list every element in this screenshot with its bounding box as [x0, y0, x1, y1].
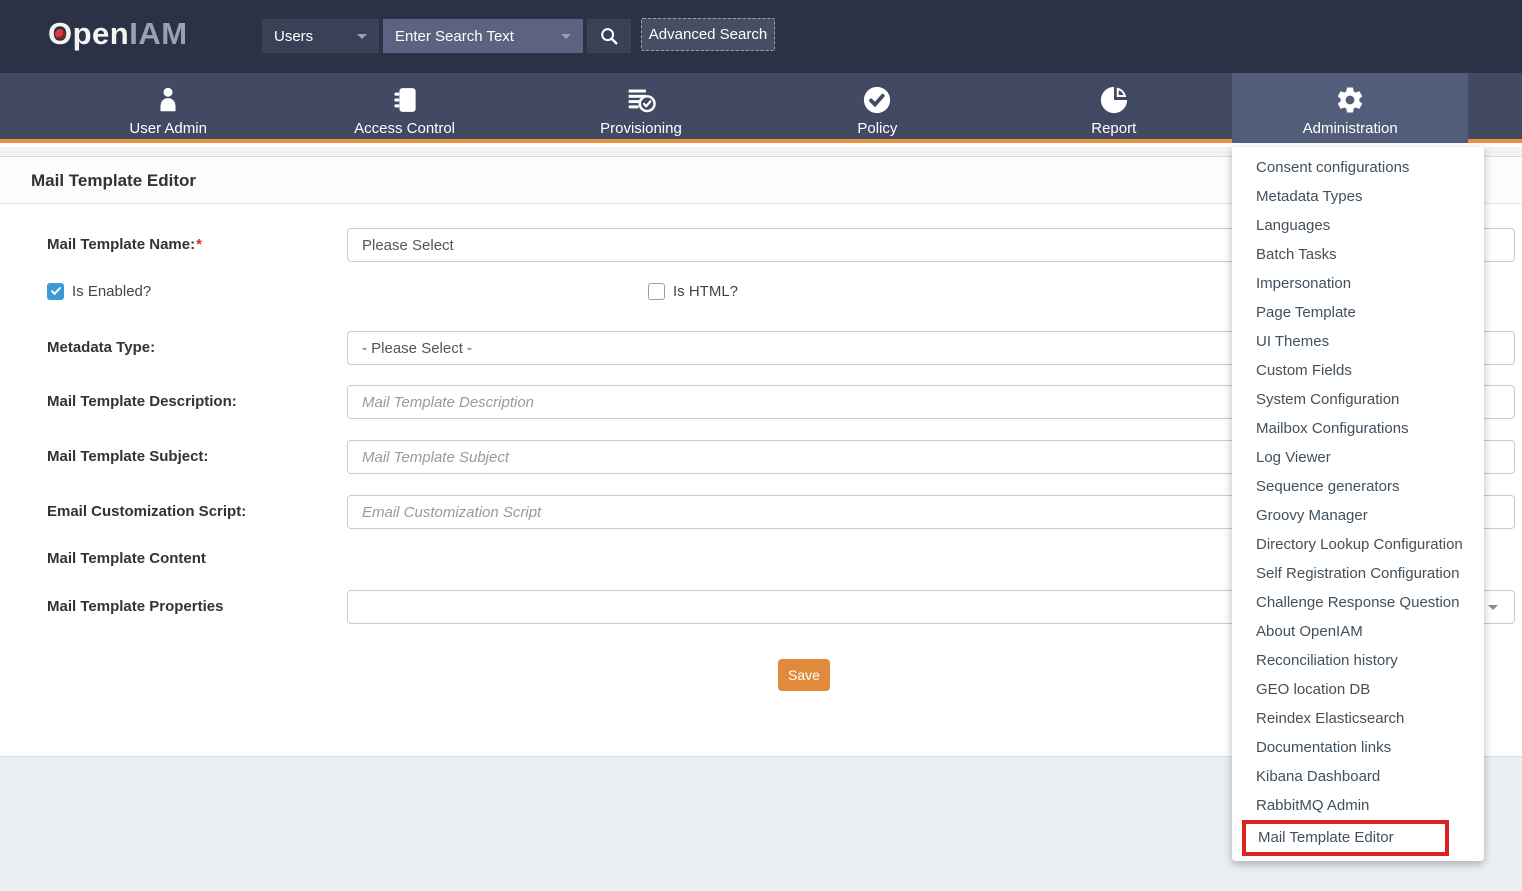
menu-item-consent-configurations[interactable]: Consent configurations [1232, 153, 1484, 182]
is-enabled-label: Is Enabled? [72, 283, 151, 300]
is-html-row: Is HTML? [648, 282, 738, 300]
nav-label: Access Control [354, 120, 455, 137]
list-check-icon [625, 82, 657, 118]
nav-label: Provisioning [600, 120, 682, 137]
metadata-type-value: - Please Select - [362, 340, 472, 357]
menu-item-sequence-generators[interactable]: Sequence generators [1232, 472, 1484, 501]
template-name-value: Please Select [362, 237, 454, 254]
menu-item-ui-themes[interactable]: UI Themes [1232, 327, 1484, 356]
search-button[interactable] [587, 19, 631, 53]
menu-item-batch-tasks[interactable]: Batch Tasks [1232, 240, 1484, 269]
menu-item-directory-lookup-configuration[interactable]: Directory Lookup Configuration [1232, 530, 1484, 559]
description-label: Mail Template Description: [47, 385, 237, 419]
binder-icon [390, 82, 420, 118]
page-title: Mail Template Editor [31, 158, 196, 204]
nav-item-user-admin[interactable]: User Admin [50, 73, 286, 143]
nav-label: Report [1091, 120, 1136, 137]
is-html-label: Is HTML? [673, 283, 738, 300]
nav-item-access-control[interactable]: Access Control [286, 73, 522, 143]
template-name-label: Mail Template Name:* [47, 228, 202, 262]
menu-item-mailbox-configurations[interactable]: Mailbox Configurations [1232, 414, 1484, 443]
nav-item-administration[interactable]: Administration [1232, 73, 1468, 143]
is-enabled-row: Is Enabled? [47, 282, 151, 300]
menu-item-page-template[interactable]: Page Template [1232, 298, 1484, 327]
menu-item-kibana-dashboard[interactable]: Kibana Dashboard [1232, 762, 1484, 791]
magnifier-icon [599, 26, 619, 46]
properties-label: Mail Template Properties [47, 590, 223, 624]
menu-item-geo-location-db[interactable]: GEO location DB [1232, 675, 1484, 704]
menu-item-self-registration-configuration[interactable]: Self Registration Configuration [1232, 559, 1484, 588]
menu-item-reconciliation-history[interactable]: Reconciliation history [1232, 646, 1484, 675]
nav-label: Policy [857, 120, 897, 137]
openiam-logo[interactable]: OpenIAM [48, 16, 188, 52]
customization-script-label: Email Customization Script: [47, 495, 246, 529]
search-input[interactable]: Enter Search Text [383, 19, 583, 53]
advanced-search-label: Advanced Search [649, 26, 767, 43]
is-enabled-checkbox[interactable] [47, 283, 64, 300]
logo-text-pen: pen [73, 16, 130, 51]
advanced-search-button[interactable]: Advanced Search [641, 18, 775, 51]
menu-item-groovy-manager[interactable]: Groovy Manager [1232, 501, 1484, 530]
menu-item-reindex-elasticsearch[interactable]: Reindex Elasticsearch [1232, 704, 1484, 733]
search-input-placeholder: Enter Search Text [395, 28, 514, 45]
subject-label: Mail Template Subject: [47, 440, 208, 474]
menu-item-about-openiam[interactable]: About OpenIAM [1232, 617, 1484, 646]
check-icon [50, 285, 62, 297]
is-html-checkbox[interactable] [648, 283, 665, 300]
metadata-type-label: Metadata Type: [47, 331, 155, 365]
menu-item-challenge-response-question[interactable]: Challenge Response Question [1232, 588, 1484, 617]
menu-item-mail-template-editor[interactable]: Mail Template Editor [1242, 820, 1449, 856]
top-bar: OpenIAM Users Enter Search Text Advanced… [0, 0, 1522, 73]
menu-item-impersonation[interactable]: Impersonation [1232, 269, 1484, 298]
nav-label: Administration [1303, 120, 1398, 137]
menu-item-log-viewer[interactable]: Log Viewer [1232, 443, 1484, 472]
menu-item-system-configuration[interactable]: System Configuration [1232, 385, 1484, 414]
search-entity-value: Users [274, 28, 313, 45]
chevron-down-icon [561, 34, 571, 39]
main-nav: User Admin Access Control Provisioning [0, 73, 1522, 143]
nav-label: User Admin [129, 120, 207, 137]
menu-item-languages[interactable]: Languages [1232, 211, 1484, 240]
logo-text-iam: IAM [129, 16, 187, 51]
pie-chart-icon [1099, 82, 1129, 118]
save-button[interactable]: Save [778, 659, 830, 691]
user-icon [153, 82, 183, 118]
gear-icon [1335, 82, 1365, 118]
nav-item-policy[interactable]: Policy [759, 73, 995, 143]
content-label: Mail Template Content [47, 549, 206, 569]
check-circle-icon [862, 82, 892, 118]
nav-item-report[interactable]: Report [996, 73, 1232, 143]
menu-item-metadata-types[interactable]: Metadata Types [1232, 182, 1484, 211]
nav-item-provisioning[interactable]: Provisioning [523, 73, 759, 143]
menu-item-documentation-links[interactable]: Documentation links [1232, 733, 1484, 762]
chevron-down-icon [357, 34, 367, 39]
logo-red-dot-icon [55, 29, 65, 39]
chevron-down-icon [1488, 605, 1498, 610]
menu-item-rabbitmq-admin[interactable]: RabbitMQ Admin [1232, 791, 1484, 820]
administration-dropdown-menu: Consent configurations Metadata Types La… [1232, 147, 1484, 861]
menu-item-custom-fields[interactable]: Custom Fields [1232, 356, 1484, 385]
required-asterisk: * [196, 236, 202, 253]
search-entity-select[interactable]: Users [262, 19, 379, 53]
